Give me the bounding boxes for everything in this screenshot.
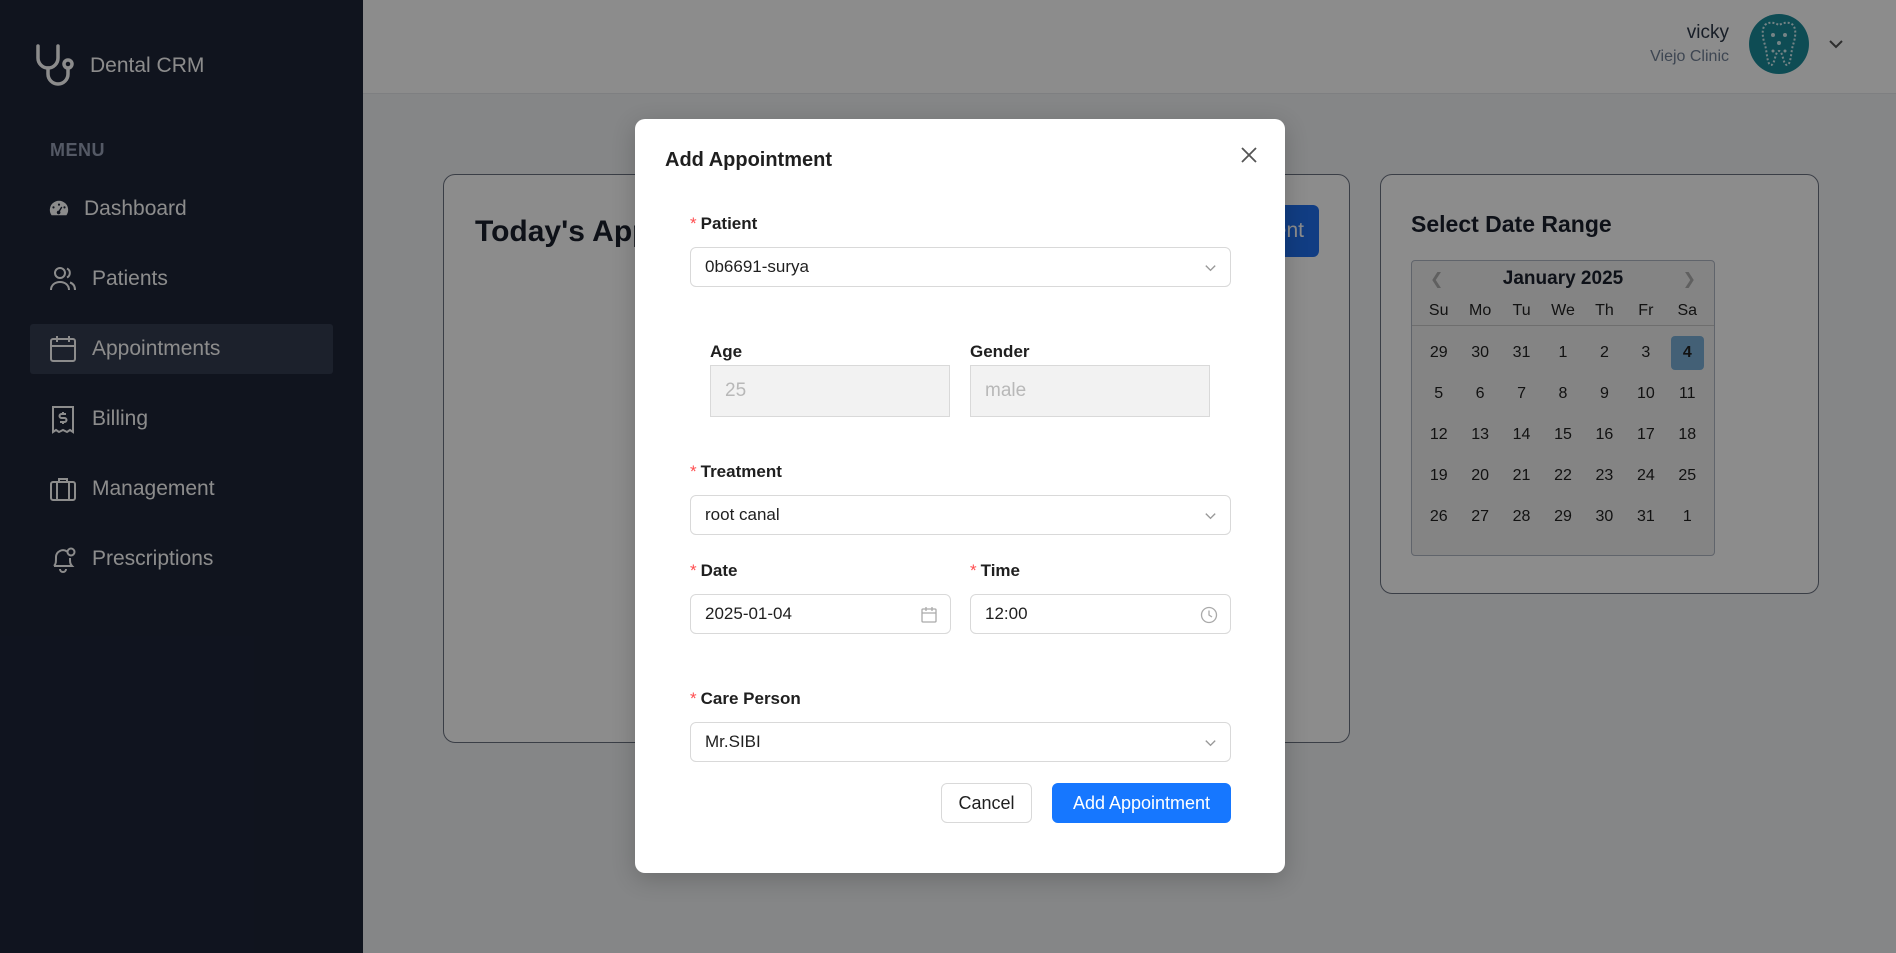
cancel-button[interactable]: Cancel [941, 783, 1032, 823]
gender-label: Gender [970, 342, 1030, 361]
modal-title: Add Appointment [665, 149, 833, 171]
chevron-down-icon [1205, 513, 1216, 520]
patient-label: * Patient [690, 214, 757, 234]
treatment-select[interactable]: root canal [690, 495, 1231, 535]
required-mark: * [690, 689, 697, 708]
age-field: 25 [710, 365, 950, 417]
close-icon[interactable] [1238, 144, 1260, 166]
treatment-value: root canal [705, 505, 780, 524]
treatment-label-text: Treatment [700, 462, 782, 481]
required-mark: * [690, 462, 697, 481]
date-value: 2025-01-04 [705, 604, 792, 623]
age-value: 25 [725, 380, 747, 401]
care-person-select[interactable]: Mr.SIBI [690, 722, 1231, 762]
date-label: * Date [690, 561, 737, 581]
time-label-text: Time [980, 561, 1020, 580]
patient-label-text: Patient [700, 214, 758, 233]
gender-field: male [970, 365, 1210, 417]
clock-icon [1200, 606, 1218, 624]
date-picker[interactable]: 2025-01-04 [690, 594, 951, 634]
care-person-label-text: Care Person [700, 689, 801, 708]
patient-select[interactable]: 0b6691-surya [690, 247, 1231, 287]
add-appointment-modal: Add Appointment * Patient 0b6691-surya Ag… [635, 119, 1285, 873]
time-value: 12:00 [985, 604, 1028, 623]
time-picker[interactable]: 12:00 [970, 594, 1231, 634]
treatment-label: * Treatment [690, 462, 782, 482]
required-mark: * [690, 561, 697, 580]
required-mark: * [970, 561, 977, 580]
age-label: Age [710, 342, 743, 361]
required-mark: * [690, 214, 697, 233]
time-label: * Time [970, 561, 1020, 581]
calendar-icon [921, 607, 937, 623]
care-person-value: Mr.SIBI [705, 732, 761, 751]
add-appointment-submit-button[interactable]: Add Appointment [1052, 783, 1231, 823]
care-person-label: * Care Person [690, 689, 801, 709]
chevron-down-icon [1205, 265, 1216, 272]
date-label-text: Date [700, 561, 738, 580]
gender-value: male [985, 380, 1027, 401]
chevron-down-icon [1205, 740, 1216, 747]
patient-value: 0b6691-surya [705, 257, 809, 276]
